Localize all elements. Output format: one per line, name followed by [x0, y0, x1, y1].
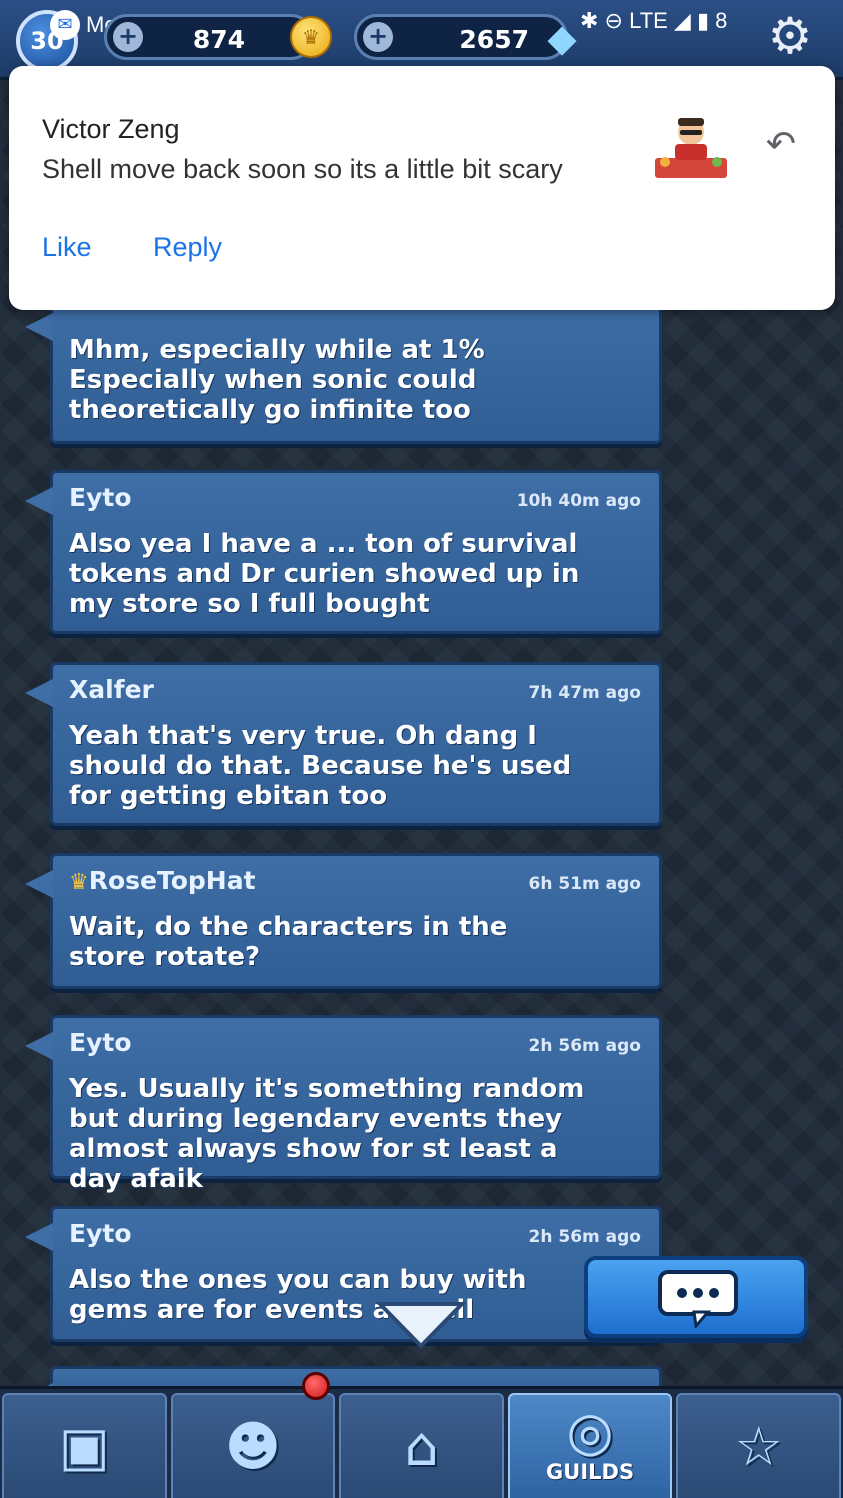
message-time: 10h 40m ago: [516, 491, 641, 511]
chat-bubble-icon: [658, 1270, 738, 1328]
chat-message: Xalfer 7h 47m ago Yeah that's very true.…: [25, 662, 662, 826]
message-text: Wait, do the characters in the store rot…: [69, 912, 508, 972]
sender-avatar: [655, 118, 727, 178]
reply-button[interactable]: Reply: [153, 232, 222, 263]
coin-count: 874: [192, 25, 245, 54]
nav-tab-home[interactable]: ⌂: [339, 1393, 504, 1498]
message-text: Mhm, especially while at 1% Especially w…: [69, 335, 485, 425]
chat-message: Eyto 2h 56m ago Yes. Usually it's someth…: [25, 1015, 662, 1194]
message-time: 7h 47m ago: [528, 683, 641, 703]
guild-portal-icon: ◎: [566, 1399, 614, 1463]
nav-tab-guilds-label: GUILDS: [546, 1460, 635, 1484]
messenger-icon: ✉: [50, 10, 80, 40]
message-time: 2h 56m ago: [528, 1036, 641, 1056]
nav-tab-characters[interactable]: ☻: [170, 1393, 336, 1498]
gear-icon[interactable]: ⚙: [762, 8, 818, 64]
like-button[interactable]: Like: [42, 232, 92, 263]
bottom-nav: ▣ ☻ ⌂ ◎ GUILDS ☆: [0, 1386, 843, 1498]
scroll-down-icon[interactable]: [376, 1300, 466, 1350]
message-author-row[interactable]: ♛RoseTopHat: [69, 866, 256, 895]
system-status-icons: ✱ ⊖ LTE ◢ ▮ 8: [580, 8, 728, 33]
gem-count: 2657: [459, 25, 529, 54]
crown-icon: ♛: [69, 870, 89, 895]
message-time: 2h 56m ago: [528, 1227, 641, 1247]
calendar-star-icon: ☆: [734, 1414, 783, 1478]
nav-tab-guilds[interactable]: ◎ GUILDS: [507, 1393, 673, 1498]
chat-message: ♛RoseTopHat 6h 51m ago Wait, do the char…: [25, 853, 662, 989]
nav-tab-chest[interactable]: ▣: [2, 1393, 167, 1498]
gem-icon: ◆: [547, 16, 577, 60]
message-author[interactable]: Eyto: [69, 1219, 132, 1248]
nav-tab-events[interactable]: ☆: [676, 1393, 841, 1498]
message-text: Also the ones you can buy with gems are …: [69, 1265, 527, 1325]
reply-icon[interactable]: ↶: [761, 124, 801, 164]
chat-message: Eyto 10h 40m ago Also yea I have a ... t…: [25, 470, 662, 634]
message-time: 6h 51m ago: [528, 874, 641, 894]
notification-dot: [302, 1372, 330, 1400]
home-icon: ⌂: [404, 1414, 439, 1478]
chat-message: Eyto 2h 56m ago Also the ones you can bu…: [25, 1206, 662, 1342]
message-notification[interactable]: Victor Zeng Shell move back soon so its …: [9, 66, 835, 310]
add-gems-icon[interactable]: +: [363, 22, 393, 52]
message-text: Also yea I have a ... ton of survival to…: [69, 529, 580, 619]
gem-counter[interactable]: + 2657: [354, 14, 568, 60]
message-text: Yes. Usually it's something random but d…: [69, 1074, 585, 1194]
treasure-chest-icon: ▣: [58, 1414, 110, 1478]
message-text: Yeah that's very true. Oh dang I should …: [69, 721, 572, 811]
open-chat-button[interactable]: [584, 1256, 808, 1338]
coin-icon: ♛: [290, 16, 332, 58]
message-author[interactable]: Eyto: [69, 483, 132, 512]
message-author: RoseTopHat: [88, 866, 256, 895]
message-author[interactable]: Xalfer: [69, 675, 154, 704]
chat-message: Mhm, especially while at 1% Especially w…: [25, 296, 662, 444]
message-author[interactable]: Eyto: [69, 1028, 132, 1057]
add-coins-icon[interactable]: +: [113, 22, 143, 52]
notification-sender: Victor Zeng: [42, 114, 180, 144]
notification-message: Shell move back soon so its a little bit…: [42, 154, 563, 184]
characters-icon: ☻: [224, 1414, 282, 1478]
coin-counter[interactable]: + 874: [104, 14, 314, 60]
